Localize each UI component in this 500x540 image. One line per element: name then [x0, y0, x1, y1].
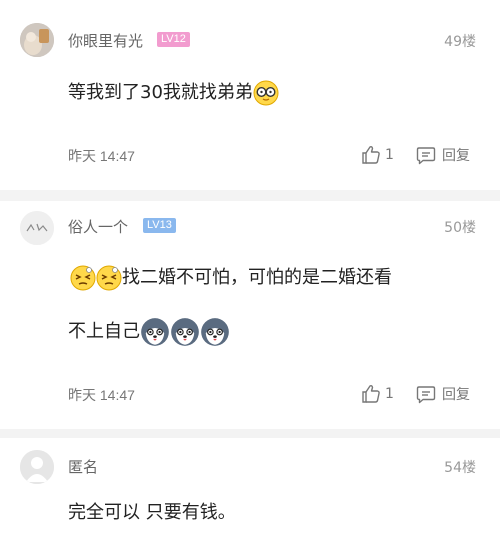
like-count: 1: [385, 146, 394, 163]
thumbs-up-icon: [362, 146, 380, 164]
divider: [0, 190, 500, 201]
comment-time: 昨天 14:47: [68, 148, 135, 164]
username[interactable]: 你眼里有光: [68, 30, 143, 51]
comment-text: 不上自己: [68, 317, 230, 347]
comment-text: 等我到了30我就找弟弟: [68, 78, 279, 106]
comment-text-line: 找二婚不可怕，可怕的是二婚还看: [122, 267, 392, 288]
like-count: 1: [385, 385, 394, 402]
comment-text-line: 不上自己: [68, 321, 140, 342]
husky-emoji: [140, 317, 170, 347]
comment-text: 找二婚不可怕，可怕的是二婚还看: [70, 263, 392, 291]
husky-emoji: [170, 317, 200, 347]
comment-text: 完全可以 只要有钱。: [68, 498, 236, 524]
husky-emoji: [200, 317, 230, 347]
reply-label: 回复: [442, 148, 470, 164]
level-badge: LV13: [143, 218, 176, 233]
username[interactable]: 匿名: [68, 456, 98, 477]
reply-icon: [416, 146, 436, 164]
comment-item: 俗人一个 LV13 50楼 找二婚不可怕，可怕的是二婚还看 不上自己 昨天 14…: [0, 201, 500, 429]
floor-number: 49楼: [444, 34, 476, 50]
like-button[interactable]: 1: [361, 145, 394, 164]
reply-label: 回复: [442, 387, 470, 403]
floor-number: 54楼: [444, 460, 476, 476]
username[interactable]: 俗人一个: [68, 216, 128, 237]
nerd-glasses-emoji: [253, 80, 279, 106]
like-button[interactable]: 1: [361, 384, 394, 403]
comment-time: 昨天 14:47: [68, 387, 135, 403]
divider: [0, 429, 500, 438]
avatar[interactable]: [20, 211, 54, 245]
dizzy-face-emoji: [96, 265, 122, 291]
avatar[interactable]: [20, 450, 54, 484]
thumbs-up-icon: [362, 385, 380, 403]
reply-icon: [416, 385, 436, 403]
comment-item: 匿名 54楼 完全可以 只要有钱。: [0, 438, 500, 540]
reply-button[interactable]: 回复: [416, 145, 470, 165]
comment-item: 你眼里有光 LV12 49楼 等我到了30我就找弟弟 昨天 14:47 1 回复: [0, 0, 500, 190]
dizzy-face-emoji: [70, 265, 96, 291]
reply-button[interactable]: 回复: [416, 384, 470, 404]
comment-text-line: 等我到了30我就找弟弟: [68, 82, 253, 103]
comment-text-line: 完全可以 只要有钱。: [68, 502, 236, 523]
level-badge: LV12: [157, 32, 190, 47]
avatar[interactable]: [20, 23, 54, 57]
floor-number: 50楼: [444, 220, 476, 236]
